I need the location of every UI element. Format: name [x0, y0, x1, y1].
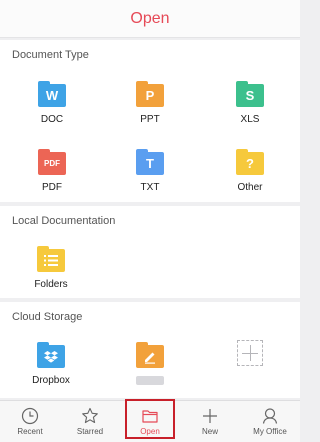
tab-label: Recent — [17, 427, 43, 436]
header: Open — [0, 0, 300, 38]
item-label: Other — [237, 182, 263, 193]
item-label — [136, 376, 164, 385]
tab-label: Starred — [76, 427, 104, 436]
clock-icon — [21, 407, 39, 425]
other-icon: ? — [236, 149, 264, 175]
doc-button[interactable]: W DOC — [7, 81, 97, 125]
other-button[interactable]: ? Other — [205, 149, 295, 193]
item-label: TXT — [140, 182, 160, 193]
item-label: DOC — [40, 114, 64, 125]
tab-recent[interactable]: Recent — [0, 401, 60, 442]
txt-icon: T — [136, 149, 164, 175]
ppt-icon: P — [136, 81, 164, 107]
star-icon — [82, 407, 98, 424]
item-label: PPT — [140, 114, 160, 125]
xls-button[interactable]: S XLS — [205, 81, 295, 125]
ppt-button[interactable]: P PPT — [105, 81, 195, 125]
folders-icon — [37, 246, 65, 272]
doc-icon: W — [38, 81, 66, 107]
pdf-button[interactable]: PDF PDF — [7, 149, 97, 193]
xls-icon: S — [236, 81, 264, 107]
plus-icon — [203, 409, 217, 423]
tab-my-office[interactable]: My Office — [240, 401, 300, 442]
pdf-icon: PDF — [38, 149, 66, 175]
txt-button[interactable]: T TXT — [105, 149, 195, 193]
user-icon — [262, 408, 278, 424]
cloud-edit-button[interactable] — [105, 342, 195, 385]
dropbox-button[interactable]: Dropbox — [6, 342, 96, 386]
tab-label: My Office — [253, 427, 287, 436]
edit-icon — [136, 342, 164, 368]
tab-starred[interactable]: Starred — [60, 401, 120, 442]
local-documentation-section: Local Documentation Folders — [0, 206, 300, 298]
folders-button[interactable]: Folders — [6, 246, 96, 290]
open-tab-highlight — [125, 399, 175, 439]
cloud-storage-section: Cloud Storage Dropbox — [0, 302, 300, 398]
item-label: XLS — [240, 114, 260, 125]
tab-new[interactable]: New — [180, 401, 240, 442]
item-label: Dropbox — [32, 375, 70, 386]
page-title: Open — [130, 9, 170, 27]
section-title: Document Type — [12, 49, 89, 61]
dropbox-icon — [37, 342, 65, 368]
document-type-section: Document Type W DOC P PPT S XLS PDF PDF … — [0, 40, 300, 202]
item-label: PDF — [42, 182, 62, 193]
tab-label: New — [201, 427, 218, 436]
add-storage-button[interactable] — [205, 340, 295, 366]
section-title: Cloud Storage — [12, 311, 83, 323]
section-title: Local Documentation — [12, 215, 116, 227]
item-label: Folders — [34, 279, 68, 290]
add-storage-icon — [237, 340, 263, 366]
